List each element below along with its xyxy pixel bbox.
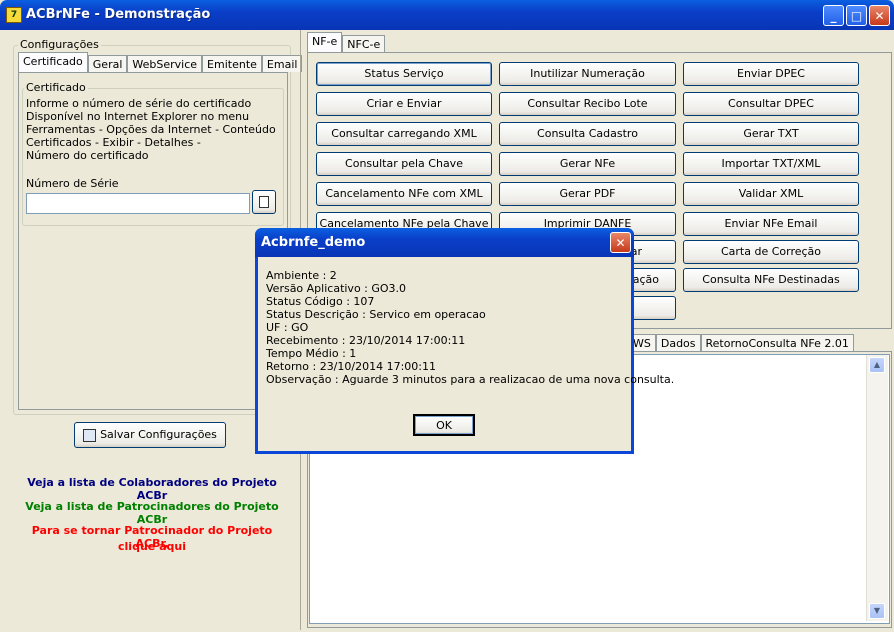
patrocinadores-link[interactable]: Veja a lista de Patrocinadores do Projet…	[14, 500, 290, 526]
dialog-line-status-descricao: Status Descrição : Servico em operacao	[266, 308, 486, 321]
dialog-line-tempo-medio: Tempo Médio : 1	[266, 347, 357, 360]
cert-info-line: Disponível no Internet Explorer no menu	[26, 110, 250, 123]
cancelamento-xml-button[interactable]: Cancelamento NFe com XML	[316, 182, 492, 206]
consultar-dpec-button[interactable]: Consultar DPEC	[683, 92, 859, 116]
consultar-xml-button[interactable]: Consultar carregando XML	[316, 122, 492, 146]
gerar-txt-button[interactable]: Gerar TXT	[683, 122, 859, 146]
close-icon[interactable]: ✕	[869, 5, 890, 26]
dialog-title-bar[interactable]: Acbrnfe_demo ✕	[255, 228, 634, 257]
gerar-nfe-button[interactable]: Gerar NFe	[499, 152, 676, 176]
title-bar[interactable]: 7 ACBrNFe - Demonstração _ □ ✕	[0, 0, 894, 30]
tab-email[interactable]: Email	[261, 55, 303, 72]
colaboradores-link[interactable]: Veja a lista de Colaboradores do Projeto…	[14, 476, 290, 502]
inutilizar-numeracao-button[interactable]: Inutilizar Numeração	[499, 62, 676, 86]
cert-info-line: Número do certificado	[26, 149, 149, 162]
cert-info-line: Informe o número de série do certificado	[26, 97, 252, 110]
acbr-app-icon: 7	[6, 7, 22, 23]
patrocinador-link-line2[interactable]: clique aqui	[14, 540, 290, 553]
save-config-button[interactable]: Salvar Configurações	[74, 422, 226, 448]
ok-button[interactable]: OK	[413, 414, 475, 436]
tab-webservice[interactable]: WebService	[127, 55, 203, 72]
save-config-label: Salvar Configurações	[100, 428, 217, 441]
enviar-dpec-button[interactable]: Enviar DPEC	[683, 62, 859, 86]
gerar-pdf-button[interactable]: Gerar PDF	[499, 182, 676, 206]
dialog-title: Acbrnfe_demo	[261, 235, 366, 250]
carta-correcao-button[interactable]: Carta de Correção	[683, 240, 859, 264]
dialog-line-recebimento: Recebimento : 23/10/2014 17:00:11	[266, 334, 466, 347]
tab-nfce[interactable]: NFC-e	[342, 35, 386, 52]
status-dialog: Acbrnfe_demo ✕ Ambiente : 2 Versão Aplic…	[255, 228, 674, 454]
consultar-chave-button[interactable]: Consultar pela Chave	[316, 152, 492, 176]
document-icon	[259, 196, 269, 208]
importar-txt-xml-button[interactable]: Importar TXT/XML	[683, 152, 859, 176]
serial-label: Número de Série	[26, 177, 119, 190]
consulta-cadastro-button[interactable]: Consulta Cadastro	[499, 122, 676, 146]
scroll-up-icon[interactable]: ▲	[869, 357, 885, 373]
main-tabs: NF-e NFC-e	[307, 32, 386, 52]
consulta-nfe-destinadas-button[interactable]: Consulta NFe Destinadas	[683, 268, 859, 292]
criar-enviar-button[interactable]: Criar e Enviar	[316, 92, 492, 116]
dialog-line-versao: Versão Aplicativo : GO3.0	[266, 282, 407, 295]
certificado-group-label: Certificado	[24, 81, 88, 94]
dialog-line-uf: UF : GO	[266, 321, 309, 334]
config-tabs: Certificado Geral WebService Emitente Em…	[18, 52, 303, 72]
validar-xml-button[interactable]: Validar XML	[683, 182, 859, 206]
cert-info-line: Ferramentas - Opções da Internet - Conte…	[26, 123, 276, 136]
dialog-close-icon[interactable]: ✕	[610, 232, 631, 253]
result-tabs: WS Dados RetornoConsulta NFe 2.01	[628, 334, 854, 351]
config-group-label: Configurações	[18, 38, 101, 51]
dialog-line-ambiente: Ambiente : 2	[266, 269, 337, 282]
consultar-recibo-button[interactable]: Consultar Recibo Lote	[499, 92, 676, 116]
minimize-icon[interactable]: _	[823, 5, 844, 26]
maximize-icon[interactable]: □	[846, 5, 867, 26]
tab-retorno-consulta[interactable]: RetornoConsulta NFe 2.01	[700, 334, 854, 351]
tab-dados[interactable]: Dados	[655, 334, 701, 351]
dialog-body: Ambiente : 2 Versão Aplicativo : GO3.0 S…	[258, 257, 674, 451]
dialog-line-retorno: Retorno : 23/10/2014 17:00:11	[266, 360, 436, 373]
tab-emitente[interactable]: Emitente	[202, 55, 262, 72]
result-scrollbar[interactable]: ▲ ▼	[866, 355, 888, 621]
dialog-line-status-codigo: Status Código : 107	[266, 295, 375, 308]
tab-nfe[interactable]: NF-e	[307, 32, 343, 52]
enviar-nfe-email-button[interactable]: Enviar NFe Email	[683, 212, 859, 236]
dialog-line-observacao: Observação : Aguarde 3 minutos para a re…	[266, 373, 675, 386]
browse-cert-button[interactable]	[252, 190, 276, 214]
save-icon	[83, 428, 97, 442]
status-servico-button[interactable]: Status Serviço	[316, 62, 492, 86]
tab-geral[interactable]: Geral	[87, 55, 128, 72]
cert-info-line: Certificados - Exibir - Detalhes -	[26, 136, 201, 149]
tab-certificado[interactable]: Certificado	[18, 52, 88, 72]
scroll-down-icon[interactable]: ▼	[869, 603, 885, 619]
serial-input[interactable]	[26, 193, 250, 214]
window-title: ACBrNFe - Demonstração	[26, 7, 211, 22]
